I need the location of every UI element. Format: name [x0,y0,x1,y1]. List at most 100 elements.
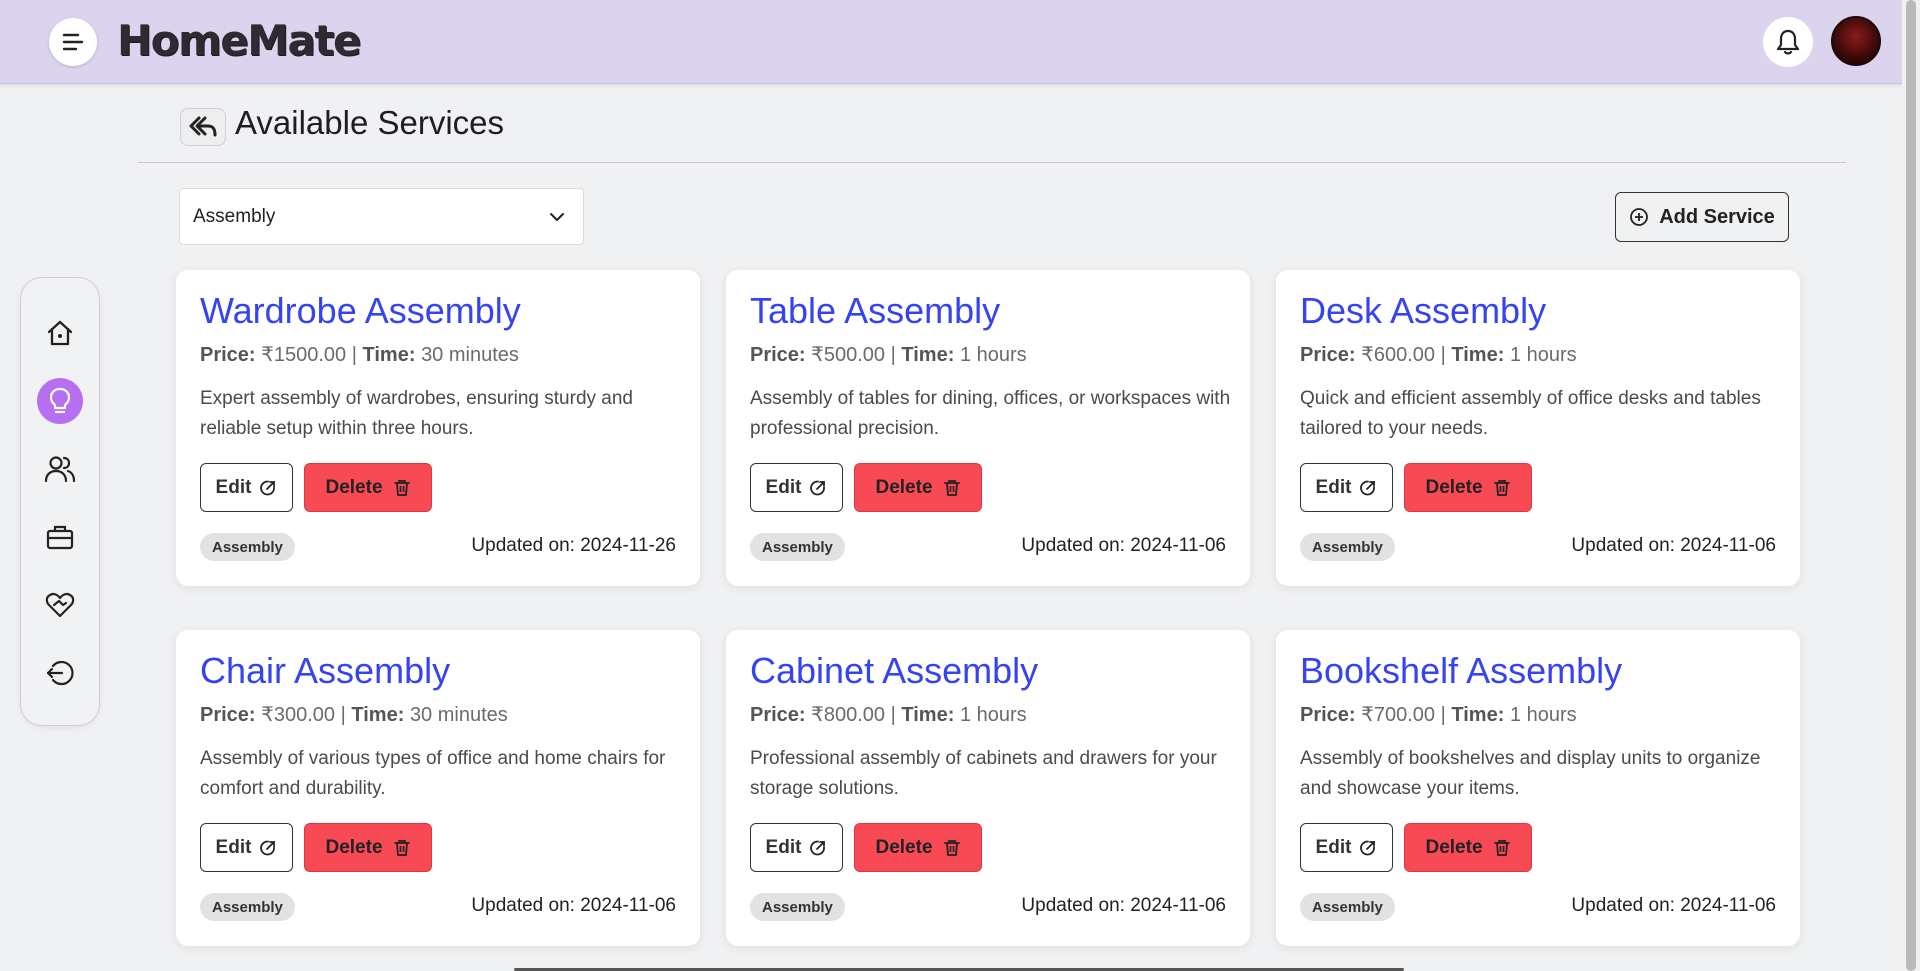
edit-icon [1360,840,1376,855]
edit-button[interactable]: Edit [200,463,293,512]
service-time: 30 minutes [409,704,508,726]
time-label: Time: [1451,704,1505,726]
sidebar-item-home[interactable] [37,310,83,356]
category-tag: Assembly [200,533,295,561]
delete-label: Delete [875,836,933,858]
category-tag: Assembly [200,893,295,921]
service-description: Assembly of bookshelves and display unit… [1300,748,1761,799]
chevron-down-icon [550,212,564,221]
service-title[interactable]: Wardrobe Assembly [200,290,521,332]
updated-date: Updated on: 2024-11-06 [1571,535,1776,556]
top-navbar: HomeMate [0,0,1902,84]
sidebar-item-logout[interactable] [37,650,83,696]
users-icon [44,456,76,483]
bell-icon [1776,29,1800,55]
add-service-label: Add Service [1659,205,1775,228]
back-button[interactable] [180,108,226,146]
category-tag: Assembly [750,893,845,921]
service-card: Desk Assembly Price: ₹600.00 | Time: 1 h… [1276,270,1800,586]
meta-separator: | [1440,344,1452,366]
sidebar-item-services[interactable] [37,378,83,424]
updated-date: Updated on: 2024-11-06 [1571,895,1776,916]
meta-separator: | [340,704,352,726]
edit-label: Edit [215,476,252,498]
service-card: Table Assembly Price: ₹500.00 | Time: 1 … [726,270,1250,586]
price-label: Price: [750,344,806,366]
service-price: ₹700.00 [1361,704,1436,726]
meta-separator: | [351,344,363,366]
edit-label: Edit [1315,836,1352,858]
delete-button[interactable]: Delete [854,823,982,872]
trash-icon [393,839,410,856]
service-time: 30 minutes [421,344,519,366]
edit-button[interactable]: Edit [1300,463,1393,512]
service-title[interactable]: Chair Assembly [200,650,450,692]
double-arrow-back-icon [189,116,217,137]
brand-logo[interactable]: HomeMate [117,16,361,65]
edit-label: Edit [765,836,802,858]
delete-button[interactable]: Delete [1404,463,1532,512]
service-time: 1 hours [959,704,1027,726]
lightbulb-icon [49,387,71,414]
edit-icon [810,840,826,855]
briefcase-icon [46,525,74,550]
service-meta: Price: ₹800.00 | Time: 1 hours [750,702,1027,727]
trash-icon [393,479,410,496]
menu-button[interactable] [49,18,97,66]
service-title[interactable]: Cabinet Assembly [750,650,1038,692]
service-description: Assembly of various types of office and … [200,748,666,799]
notifications-button[interactable] [1763,17,1813,67]
time-label: Time: [351,704,405,726]
delete-button[interactable]: Delete [304,823,432,872]
edit-label: Edit [765,476,802,498]
service-price: ₹300.00 [261,704,336,726]
trash-icon [1493,479,1510,496]
add-service-button[interactable]: Add Service [1615,192,1789,242]
delete-button[interactable]: Delete [854,463,982,512]
service-meta: Price: ₹300.00 | Time: 30 minutes [200,702,508,727]
edit-label: Edit [1315,476,1352,498]
avatar[interactable] [1831,16,1881,66]
service-title[interactable]: Table Assembly [750,290,1000,332]
delete-label: Delete [325,476,383,498]
meta-separator: | [890,344,902,366]
heart-handshake-icon [45,592,75,618]
category-tag: Assembly [1300,893,1395,921]
updated-date: Updated on: 2024-11-26 [471,535,676,556]
service-description: Expert assembly of wardrobes, ensuring s… [200,388,633,439]
edit-button[interactable]: Edit [750,463,843,512]
edit-icon [810,480,826,495]
scrollbar-thumb[interactable] [1906,0,1916,971]
edit-icon [260,840,276,855]
logout-icon [46,660,74,686]
sidebar-item-users[interactable] [37,446,83,492]
delete-label: Delete [1425,836,1483,858]
service-meta: Price: ₹1500.00 | Time: 30 minutes [200,342,519,367]
edit-icon [1360,480,1376,495]
service-description: Quick and efficient assembly of office d… [1300,388,1761,439]
meta-separator: | [890,704,902,726]
scrollbar[interactable] [1902,0,1920,971]
time-label: Time: [901,344,955,366]
category-select[interactable]: Assembly [179,188,584,245]
service-title[interactable]: Bookshelf Assembly [1300,650,1622,692]
edit-button[interactable]: Edit [1300,823,1393,872]
category-select-value: Assembly [193,205,276,227]
price-label: Price: [1300,344,1356,366]
edit-button[interactable]: Edit [750,823,843,872]
service-price: ₹1500.00 [261,344,347,366]
hamburger-icon [62,33,84,51]
sidebar-item-care[interactable] [37,582,83,628]
delete-button[interactable]: Delete [304,463,432,512]
edit-label: Edit [215,836,252,858]
sidebar [20,277,100,726]
edit-icon [260,480,276,495]
delete-label: Delete [875,476,933,498]
updated-date: Updated on: 2024-11-06 [1021,535,1226,556]
edit-button[interactable]: Edit [200,823,293,872]
plus-circle-icon [1630,208,1649,226]
service-meta: Price: ₹700.00 | Time: 1 hours [1300,702,1577,727]
sidebar-item-jobs[interactable] [37,514,83,560]
service-title[interactable]: Desk Assembly [1300,290,1546,332]
delete-button[interactable]: Delete [1404,823,1532,872]
